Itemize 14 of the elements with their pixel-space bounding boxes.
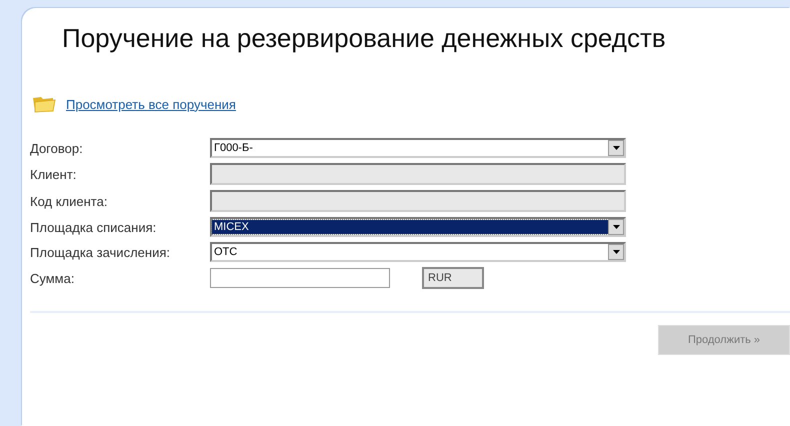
field-label: Площадка списания: [30, 220, 158, 234]
field-label: Клиент: [30, 166, 78, 182]
dropdown[interactable]: Г000-Б- [210, 138, 626, 158]
view-all-orders-link[interactable]: Просмотреть все поручения [66, 96, 236, 112]
amount-field[interactable] [210, 268, 390, 288]
field-label: Площадка зачисления: [30, 244, 171, 260]
dropdown[interactable]: OTC [210, 242, 626, 262]
field-label: Договор: [30, 140, 84, 156]
currency-field: RUR [422, 267, 484, 289]
field-label: Сумма: [30, 270, 76, 286]
dropdown[interactable]: MICEX [210, 217, 626, 237]
folder-icon [32, 94, 56, 114]
field-label: Код клиента: [30, 194, 108, 208]
page-title: Поручение на резервирование денежных средств [61, 22, 667, 54]
